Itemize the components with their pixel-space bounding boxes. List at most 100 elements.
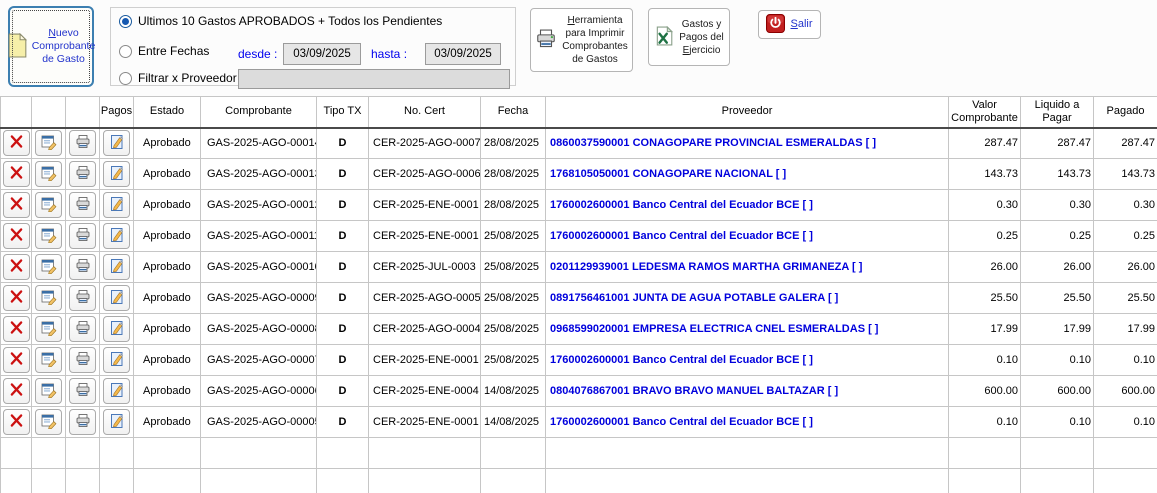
pagado-cell: 0.25 [1094, 221, 1157, 252]
delete-row-button[interactable] [3, 254, 30, 280]
edit-pencil-document-icon [109, 289, 125, 308]
salir-button[interactable]: Salir [758, 10, 821, 39]
delete-row-button[interactable] [3, 409, 30, 435]
salir-button-label: Salir [790, 17, 812, 31]
edit-row-button[interactable] [35, 130, 62, 156]
edit-cell [32, 407, 66, 438]
gastos-pagos-ejercicio-button[interactable]: Gastos y Pagos del Ejercicio [648, 8, 730, 66]
power-icon [766, 14, 785, 36]
pagos-row-button[interactable] [103, 130, 130, 156]
estado-cell: Aprobado [134, 221, 201, 252]
printer-icon [75, 413, 91, 432]
proveedor-cell[interactable]: 1760002600001 Banco Central del Ecuador … [546, 407, 949, 438]
print-row-button[interactable] [69, 409, 96, 435]
hasta-date-input[interactable] [425, 43, 501, 65]
proveedor-cell[interactable]: 0891756461001 JUNTA DE AGUA POTABLE GALE… [546, 283, 949, 314]
delete-row-button[interactable] [3, 223, 30, 249]
print-row-button[interactable] [69, 223, 96, 249]
proveedor-cell[interactable]: 1760002600001 Banco Central del Ecuador … [546, 345, 949, 376]
print-row-button[interactable] [69, 347, 96, 373]
edit-row-button[interactable] [35, 316, 62, 342]
pagos-row-button[interactable] [103, 316, 130, 342]
pagos-row-button[interactable] [103, 409, 130, 435]
nuevo-comprobante-button[interactable]: Nuevo Comprobante de Gasto [8, 6, 94, 87]
red-x-delete-icon [9, 351, 24, 369]
pagos-row-button[interactable] [103, 285, 130, 311]
proveedor-cell[interactable]: 0804076867001 BRAVO BRAVO MANUEL BALTAZA… [546, 376, 949, 407]
fecha-cell: 14/08/2025 [481, 376, 546, 407]
edit-row-button[interactable] [35, 161, 62, 187]
delete-row-button[interactable] [3, 130, 30, 156]
delete-row-button[interactable] [3, 285, 30, 311]
comprobante-cell: GAS-2025-AGO-00005 [201, 407, 317, 438]
edit-pencil-document-icon [109, 258, 125, 277]
radio-filtrar-proveedor-icon[interactable] [119, 72, 132, 85]
proveedor-cell[interactable]: 1768105050001 CONAGOPARE NACIONAL [ ] [546, 159, 949, 190]
empty-cell [1021, 438, 1094, 469]
pagos-row-button[interactable] [103, 254, 130, 280]
proveedor-cell[interactable]: 1760002600001 Banco Central del Ecuador … [546, 221, 949, 252]
pagos-row-button[interactable] [103, 192, 130, 218]
liquido-a-pagar-cell: 26.00 [1021, 252, 1094, 283]
print-row-button[interactable] [69, 254, 96, 280]
print-row-button[interactable] [69, 378, 96, 404]
delete-row-button[interactable] [3, 347, 30, 373]
empty-cell [1, 469, 32, 493]
radio-entre-fechas-icon[interactable] [119, 45, 132, 58]
imprimir-comprobantes-button[interactable]: Herramienta para Imprimir Comprobantes d… [530, 8, 633, 72]
delete-row-button[interactable] [3, 378, 30, 404]
print-row-button[interactable] [69, 285, 96, 311]
pagos-row-button[interactable] [103, 161, 130, 187]
delete-row-button[interactable] [3, 316, 30, 342]
no-cert-cell: CER-2025-ENE-0001 [369, 407, 481, 438]
proveedor-cell[interactable]: 0968599020001 EMPRESA ELECTRICA CNEL ESM… [546, 314, 949, 345]
proveedor-filter-input[interactable] [238, 69, 510, 89]
tipo-tx-cell: D [317, 128, 369, 159]
print-row-button[interactable] [69, 316, 96, 342]
edit-row-button[interactable] [35, 285, 62, 311]
pagos-row-button[interactable] [103, 223, 130, 249]
delete-cell [1, 128, 32, 159]
delete-row-button[interactable] [3, 192, 30, 218]
comprobante-cell: GAS-2025-AGO-00014 [201, 128, 317, 159]
print-cell [66, 283, 100, 314]
empty-cell [317, 438, 369, 469]
empty-cell [949, 438, 1021, 469]
proveedor-cell[interactable]: 1760002600001 Banco Central del Ecuador … [546, 190, 949, 221]
empty-cell [66, 438, 100, 469]
delete-row-button[interactable] [3, 161, 30, 187]
printer-icon [75, 165, 91, 184]
print-row-button[interactable] [69, 161, 96, 187]
desde-date-input[interactable] [283, 43, 361, 65]
valor-comprobante-cell: 0.10 [949, 345, 1021, 376]
proveedor-cell[interactable]: 0201129939001 LEDESMA RAMOS MARTHA GRIMA… [546, 252, 949, 283]
edit-row-button[interactable] [35, 409, 62, 435]
edit-pencil-document-icon [109, 320, 125, 339]
pagos-row-button[interactable] [103, 378, 130, 404]
delete-cell [1, 252, 32, 283]
print-row-button[interactable] [69, 192, 96, 218]
radio-entre-fechas-option[interactable]: Entre Fechas [119, 44, 209, 58]
printer-icon [75, 196, 91, 215]
edit-pencil-document-icon [109, 196, 125, 215]
edit-row-button[interactable] [35, 254, 62, 280]
edit-row-button[interactable] [35, 347, 62, 373]
empty-cell [1094, 438, 1157, 469]
tipo-tx-cell: D [317, 345, 369, 376]
edit-row-button[interactable] [35, 378, 62, 404]
proveedor-cell[interactable]: 0860037590001 CONAGOPARE PROVINCIAL ESME… [546, 128, 949, 159]
radio-ultimos-icon[interactable] [119, 15, 132, 28]
delete-cell [1, 190, 32, 221]
radio-filtrar-proveedor-option[interactable]: Filtrar x Proveedor [119, 71, 237, 85]
edit-row-button[interactable] [35, 192, 62, 218]
pagos-cell [100, 190, 134, 221]
tipo-tx-cell: D [317, 252, 369, 283]
pagos-row-button[interactable] [103, 347, 130, 373]
radio-ultimos-option[interactable]: Ultimos 10 Gastos APROBADOS + Todos los … [119, 14, 442, 28]
edit-pencil-document-icon [109, 227, 125, 246]
properties-form-icon [41, 289, 57, 308]
tipo-tx-cell: D [317, 376, 369, 407]
filter-groupbox: Ultimos 10 Gastos APROBADOS + Todos los … [110, 7, 516, 86]
print-row-button[interactable] [69, 130, 96, 156]
edit-row-button[interactable] [35, 223, 62, 249]
